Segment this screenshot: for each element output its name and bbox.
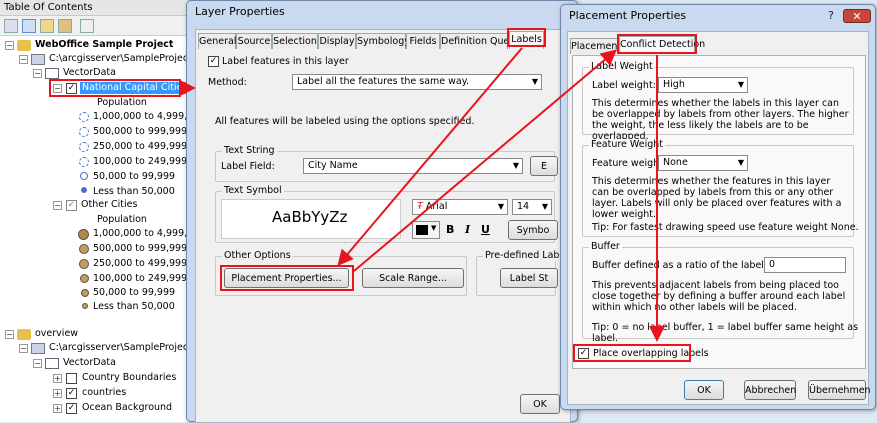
arrow-placement-to-conflict [353,49,618,272]
arrow-labels-to-placement [337,47,523,267]
annotation-arrows [180,47,665,342]
